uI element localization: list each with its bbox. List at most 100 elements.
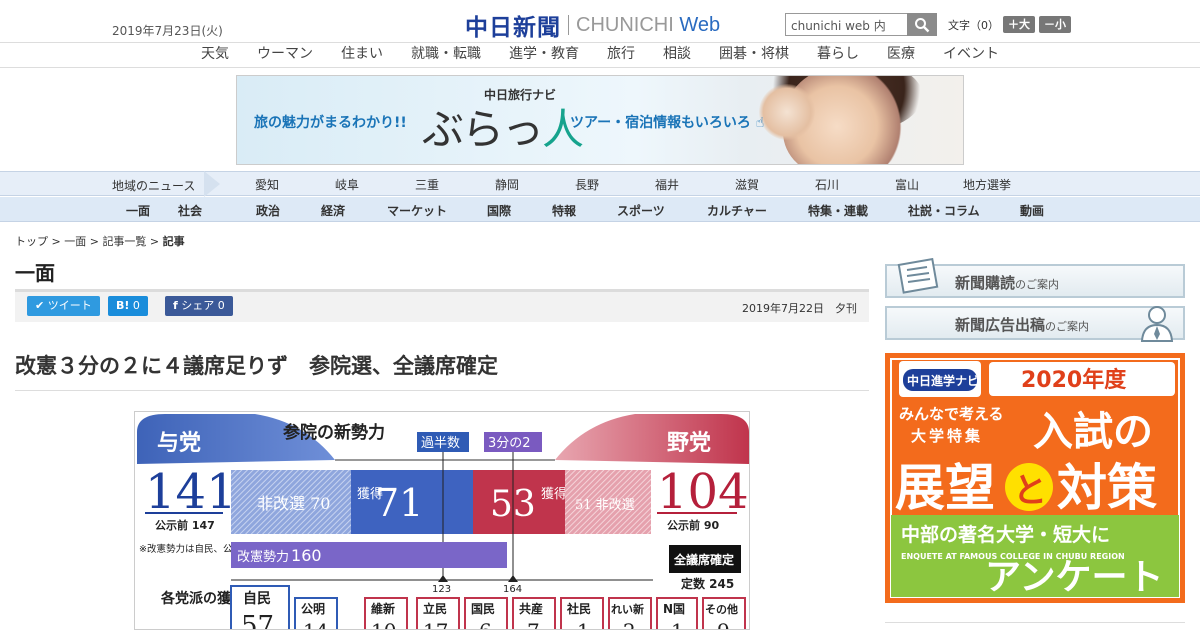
section-item[interactable]: 政治: [256, 202, 321, 219]
section-title: 一面: [15, 261, 55, 285]
party-name: 維新: [371, 601, 395, 616]
font-size-control: 文字（0） ＋大 －小: [948, 16, 1071, 33]
ad-badge-text: 中日進学ナビ: [907, 373, 979, 388]
breadcrumb-list[interactable]: 記事一覧: [102, 235, 146, 248]
site-search: chunichi web 内: [785, 13, 937, 36]
banner-title: ぶらっ人: [422, 105, 584, 154]
party-box: 国民 6: [464, 597, 508, 629]
ad-big2a: 展望: [895, 459, 995, 517]
topnav-item[interactable]: 天気: [187, 43, 243, 67]
region-item[interactable]: 静岡: [467, 176, 547, 193]
majority-label: 過半数: [421, 436, 460, 451]
tweet-button[interactable]: ✔ ツイート: [27, 296, 100, 316]
banner-left-copy: 旅の魅力がまるわかり!!: [254, 115, 407, 131]
party-seats: 2: [623, 619, 636, 630]
opposition-prev: 公示前 90: [667, 518, 719, 532]
region-nav-label: 地域のニュース: [112, 179, 196, 193]
section-item[interactable]: カルチャー: [707, 202, 808, 219]
ruling-total: 141: [145, 464, 237, 520]
region-nav: 地域のニュース 愛知 岐阜 三重 静岡 長野 福井 滋賀 石川 富山 地方選挙: [0, 171, 1200, 197]
region-item[interactable]: 石川: [787, 176, 867, 193]
sidebar-divider: [885, 622, 1185, 623]
ad-line1: みんなで考える: [899, 405, 1004, 423]
subscribe-info-button[interactable]: 新聞購読のご案内: [885, 258, 1185, 298]
topnav-item[interactable]: 相談: [649, 43, 705, 67]
region-item[interactable]: 三重: [387, 176, 467, 193]
ad-line2: 大学特集: [911, 427, 983, 445]
topnav-item[interactable]: イベント: [929, 43, 1013, 67]
region-item[interactable]: 岐阜: [307, 176, 387, 193]
topnav-item[interactable]: 医療: [873, 43, 929, 67]
facebook-share-button[interactable]: f シェア 0: [165, 296, 233, 316]
infographic-svg: 与党 野党 参院の新勢力 過半数 3分の2 141 公示前 147 104 公示…: [137, 414, 749, 630]
ruling-prev: 公示前 147: [155, 518, 215, 532]
party-box: れい新 2: [608, 597, 652, 630]
section-nav: 一面 社会 政治 経済 マーケット 国際 特報 スポーツ カルチャー 特集・連載…: [0, 197, 1200, 222]
university-exam-ad[interactable]: 中日進学ナビ 2020年度 みんなで考える 大学特集 入試の 展望 と 対策 中…: [885, 353, 1185, 603]
party-box: 維新 10: [364, 597, 408, 630]
tick-123-marker: [438, 575, 448, 582]
breadcrumb-section[interactable]: 一面: [64, 235, 86, 248]
advertise-label: 新聞広告出稿のご案内: [955, 316, 1090, 334]
ruling-label: 与党: [157, 431, 201, 456]
topnav-item[interactable]: 進学・教育: [495, 43, 593, 67]
site-logo[interactable]: 中日新聞 CHUNICHI Web: [465, 8, 720, 42]
topnav-item[interactable]: 囲碁・将棋: [705, 43, 803, 67]
party-box: 自民 57: [230, 585, 290, 630]
section-item[interactable]: 社説・コラム: [908, 202, 1020, 219]
party-box: 立民 17: [416, 597, 460, 629]
party-name: N国: [663, 602, 685, 616]
region-item[interactable]: 富山: [867, 176, 947, 193]
region-item[interactable]: 福井: [627, 176, 707, 193]
businessperson-icon: [1140, 306, 1174, 342]
section-item[interactable]: 特集・連載: [808, 202, 908, 219]
ruling-won-value: 71: [375, 481, 423, 525]
section-item[interactable]: スポーツ: [617, 202, 707, 219]
topnav-item[interactable]: 就職・転職: [397, 43, 495, 67]
party-box: 社民 1: [560, 597, 604, 630]
search-input[interactable]: chunichi web 内: [785, 13, 907, 36]
party-seats: 10: [371, 619, 396, 630]
subscribe-label: 新聞購読のご案内: [955, 274, 1060, 292]
section-item[interactable]: 経済: [321, 202, 387, 219]
party-name: 社民: [566, 601, 591, 616]
article-date: 2019年7月22日 夕刊: [742, 302, 857, 315]
font-larger-button[interactable]: ＋大: [1003, 16, 1035, 33]
party-name: 自民: [243, 590, 271, 607]
section-item[interactable]: マーケット: [387, 202, 487, 219]
section-item[interactable]: 国際: [487, 202, 552, 219]
twothirds-label: 3分の2: [488, 436, 531, 451]
advertise-info-button[interactable]: 新聞広告出稿のご案内: [885, 306, 1185, 342]
region-item[interactable]: 滋賀: [707, 176, 787, 193]
party-seats: 1: [671, 619, 684, 630]
party-seats: 1: [577, 619, 590, 630]
topnav-item[interactable]: 住まい: [327, 43, 397, 67]
region-item[interactable]: 長野: [547, 176, 627, 193]
topnav-item[interactable]: 旅行: [593, 43, 649, 67]
region-item[interactable]: 地方選挙: [947, 176, 1027, 193]
travel-banner-ad[interactable]: 旅の魅力がまるわかり!! 中日旅行ナビ ぶらっ人 ツアー・宿泊情報もいろいろ ☝: [236, 75, 964, 165]
hatena-bookmark-button[interactable]: B! 0: [108, 296, 148, 316]
party-box: その他 9: [702, 597, 746, 630]
topnav-item[interactable]: ウーマン: [243, 43, 327, 67]
font-smaller-button[interactable]: －小: [1039, 16, 1071, 33]
party-seats: 57: [241, 611, 274, 630]
section-item[interactable]: 特報: [552, 202, 617, 219]
topnav-item[interactable]: 暮らし: [803, 43, 873, 67]
section-item[interactable]: 社会: [178, 202, 256, 219]
section-item[interactable]: 動画: [1020, 202, 1044, 219]
party-seats: 9: [717, 619, 730, 630]
banner-right-copy: ツアー・宿泊情報もいろいろ ☝: [570, 115, 765, 131]
breadcrumb: トップ > 一面 > 記事一覧 > 記事: [15, 235, 185, 248]
breadcrumb-current: 記事: [162, 235, 185, 248]
ad-green-line1: 中部の著名大学・短大に: [901, 523, 1110, 546]
headline-rule: [15, 390, 869, 391]
confirmed-label: 全議席確定: [673, 552, 734, 567]
tick-164: 164: [503, 584, 522, 595]
region-item[interactable]: 愛知: [227, 176, 307, 193]
ad-enquete: アンケート: [985, 557, 1164, 598]
section-item[interactable]: 一面: [126, 202, 178, 219]
party-name: 国民: [471, 602, 495, 616]
search-button[interactable]: [907, 13, 937, 36]
breadcrumb-top[interactable]: トップ: [15, 235, 48, 248]
